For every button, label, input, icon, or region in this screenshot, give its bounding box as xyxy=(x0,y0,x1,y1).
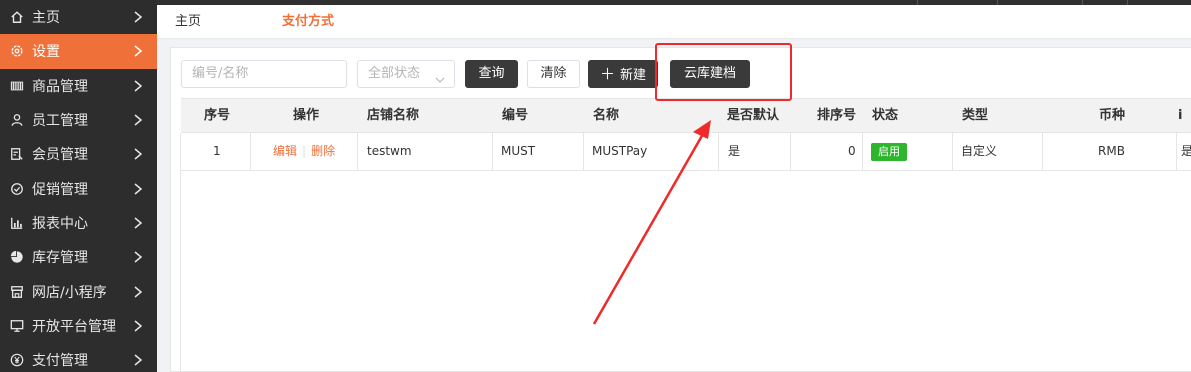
column-header: 名称 xyxy=(593,108,620,123)
delete-link[interactable]: 删除 xyxy=(311,144,335,158)
chevron-right-icon xyxy=(133,354,143,366)
sidebar-item-promotions[interactable]: 促销管理 xyxy=(0,171,157,205)
edit-link[interactable]: 编辑 xyxy=(273,144,297,158)
chevron-right-icon xyxy=(133,217,143,229)
member-card-icon xyxy=(8,145,26,163)
sidebar-item-inventory[interactable]: 库存管理 xyxy=(0,240,157,274)
pie-chart-icon xyxy=(8,248,26,266)
sidebar-item-label: 设置 xyxy=(32,44,60,61)
bar-chart-icon xyxy=(8,214,26,232)
cell-currency: RMB xyxy=(1098,144,1125,158)
chevron-right-icon xyxy=(133,80,143,92)
cell-type: 自定义 xyxy=(961,144,998,158)
sidebar-item-label: 网店/小程序 xyxy=(32,284,107,301)
column-header: 排序号 xyxy=(817,108,857,123)
chevron-right-icon xyxy=(133,148,143,160)
sidebar-item-label: 开放平台管理 xyxy=(32,318,116,335)
cell-name: MUSTPay xyxy=(592,144,648,158)
breadcrumb: 主页 支付方式 xyxy=(157,5,1191,39)
column-header: 状态 xyxy=(872,108,899,123)
column-header: i xyxy=(1178,108,1183,123)
column-header: 序号 xyxy=(204,108,231,123)
sidebar-item-home[interactable]: 主页 xyxy=(0,0,157,34)
new-button[interactable]: ＋ 新建 xyxy=(588,60,658,88)
sidebar-item-payments[interactable]: 支付管理 xyxy=(0,343,157,372)
column-divider xyxy=(1176,133,1177,170)
column-header: 操作 xyxy=(293,108,320,123)
sidebar-item-label: 商品管理 xyxy=(32,78,88,95)
cell-status: 启用 xyxy=(871,133,907,170)
cell-index: 1 xyxy=(213,144,221,158)
chevron-right-icon xyxy=(133,183,143,195)
sidebar-item-settings[interactable]: 设置 xyxy=(0,34,157,69)
gear-icon xyxy=(8,42,26,60)
table-row: 1 编辑 | 删除 testwm MUST MUSTPay 是 0 启用 自定义 R… xyxy=(181,133,1191,171)
sidebar-item-label: 员工管理 xyxy=(32,113,88,130)
status-select[interactable]: 全部状态 xyxy=(357,60,455,88)
new-button-label: 新建 xyxy=(620,68,647,83)
yuan-icon xyxy=(8,351,26,369)
tab-home[interactable]: 主页 xyxy=(175,5,201,39)
sidebar-item-members[interactable]: 会员管理 xyxy=(0,137,157,171)
cloud-archive-button[interactable]: 云库建档 xyxy=(670,60,750,88)
barcode-icon xyxy=(8,77,26,95)
column-divider xyxy=(718,133,719,170)
column-header: 是否默认 xyxy=(727,108,780,123)
cell-store: testwm xyxy=(367,144,412,158)
cell-sort: 0 xyxy=(848,144,856,158)
status-select-value: 全部状态 xyxy=(368,66,421,81)
shop-icon xyxy=(8,283,26,301)
clear-button[interactable]: 清除 xyxy=(527,60,580,88)
sidebar-item-staff[interactable]: 员工管理 xyxy=(0,103,157,137)
chevron-right-icon xyxy=(133,320,143,332)
sidebar-item-label: 主页 xyxy=(32,10,60,27)
sidebar-item-open-platform[interactable]: 开放平台管理 xyxy=(0,309,157,343)
user-icon xyxy=(8,111,26,129)
column-divider xyxy=(250,133,251,170)
column-header: 类型 xyxy=(962,108,989,123)
sidebar-item-label: 促销管理 xyxy=(32,181,88,198)
monitor-icon xyxy=(8,317,26,335)
column-divider xyxy=(952,133,953,170)
cell-is-default: 是 xyxy=(728,144,741,158)
tab-payment-methods[interactable]: 支付方式 xyxy=(282,5,334,39)
sidebar-item-label: 会员管理 xyxy=(32,147,88,164)
chevron-right-icon xyxy=(133,114,143,126)
action-separator: | xyxy=(302,144,307,158)
search-input[interactable]: 编号/名称 xyxy=(181,60,347,88)
status-badge: 启用 xyxy=(871,142,907,161)
cell-actions: 编辑 | 删除 xyxy=(273,133,335,170)
column-divider xyxy=(862,133,863,170)
table-header: 序号 操作 店铺名称 编号 名称 是否默认 排序号 状态 类型 币种 i xyxy=(181,98,1191,133)
column-divider xyxy=(790,133,791,170)
chevron-right-icon xyxy=(133,251,143,263)
sidebar-item-reports[interactable]: 报表中心 xyxy=(0,206,157,240)
sidebar-item-label: 库存管理 xyxy=(32,250,88,267)
sidebar-item-products[interactable]: 商品管理 xyxy=(0,69,157,103)
column-header: 编号 xyxy=(502,108,529,123)
chevron-right-icon xyxy=(133,285,143,298)
sidebar: 主页 设置 商品管理 员工管理 会员管理 促销管理 报表中心 库存管理 网店/小… xyxy=(0,0,157,372)
chevron-down-icon xyxy=(435,69,445,83)
query-button[interactable]: 查询 xyxy=(465,60,518,88)
chevron-right-icon xyxy=(133,45,143,58)
sidebar-item-label: 报表中心 xyxy=(32,215,88,232)
sidebar-item-online-store[interactable]: 网店/小程序 xyxy=(0,274,157,308)
column-header: 店铺名称 xyxy=(367,108,420,123)
sidebar-item-label: 支付管理 xyxy=(32,353,88,370)
column-divider xyxy=(492,133,493,170)
cell-code: MUST xyxy=(501,144,536,158)
check-circle-icon xyxy=(8,180,26,198)
chevron-right-icon xyxy=(133,11,143,23)
column-divider xyxy=(357,133,358,170)
main-panel: 编号/名称 全部状态 查询 清除 ＋ 新建 云库建档 序号 操作 店铺名称 编号 … xyxy=(170,47,1191,372)
column-header: 币种 xyxy=(1099,108,1126,123)
column-divider xyxy=(1042,133,1043,170)
home-icon xyxy=(8,8,26,26)
table-left-border xyxy=(180,133,181,372)
plus-icon: ＋ xyxy=(599,65,615,83)
cell-extra: 是 xyxy=(1181,144,1191,158)
column-divider xyxy=(583,133,584,170)
